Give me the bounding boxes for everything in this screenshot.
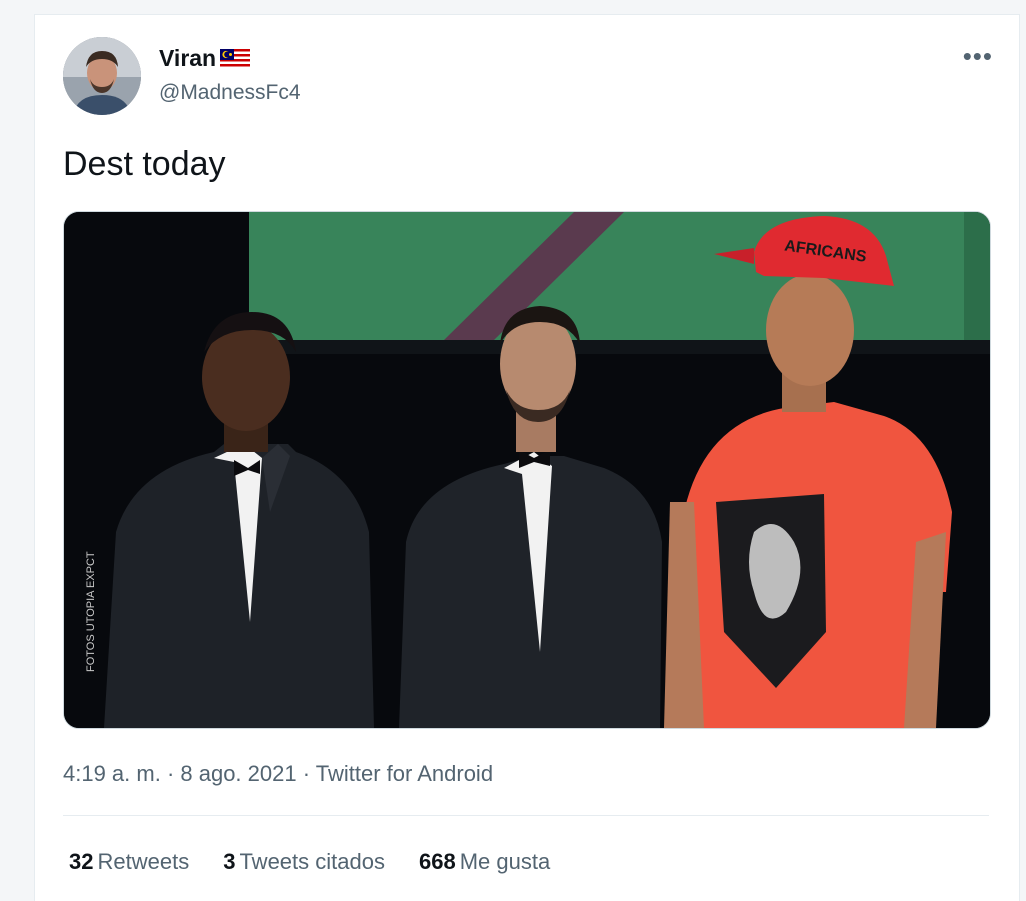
divider <box>63 815 989 816</box>
author-avatar[interactable] <box>63 37 141 115</box>
tweet-card: Viran @MadnessFc4 ••• Dest today AFRICAN… <box>34 14 1020 901</box>
tweet-photo[interactable]: AFRICANS FOTOS UTOPIA EXPCT <box>63 211 991 729</box>
tweet-stats: 32 Retweets 3 Tweets citados 668 Me gusta <box>69 849 550 875</box>
tweet-text: Dest today <box>63 145 226 183</box>
avatar-image <box>63 37 141 115</box>
retweets-label: Retweets <box>97 849 190 874</box>
author-display-name[interactable]: Viran <box>159 45 216 72</box>
photo-image: AFRICANS FOTOS UTOPIA EXPCT <box>64 212 990 728</box>
photo-watermark: FOTOS UTOPIA EXPCT <box>85 551 97 672</box>
more-options-icon[interactable]: ••• <box>963 41 993 72</box>
author-handle[interactable]: @MadnessFc4 <box>159 81 301 105</box>
retweets-stat[interactable]: 32 Retweets <box>69 849 189 875</box>
malaysia-flag-icon <box>220 48 251 69</box>
likes-count: 668 <box>418 849 456 874</box>
retweets-count: 32 <box>69 849 94 874</box>
quote-tweets-label: Tweets citados <box>239 849 385 874</box>
quote-tweets-stat[interactable]: 3 Tweets citados <box>223 849 385 875</box>
tweet-meta[interactable]: 4:19 a. m. · 8 ago. 2021 · Twitter for A… <box>63 761 493 787</box>
likes-stat[interactable]: 668 Me gusta <box>419 849 550 875</box>
likes-label: Me gusta <box>459 849 551 874</box>
quote-tweets-count: 3 <box>223 849 236 874</box>
author-name-row[interactable]: Viran <box>159 45 251 72</box>
